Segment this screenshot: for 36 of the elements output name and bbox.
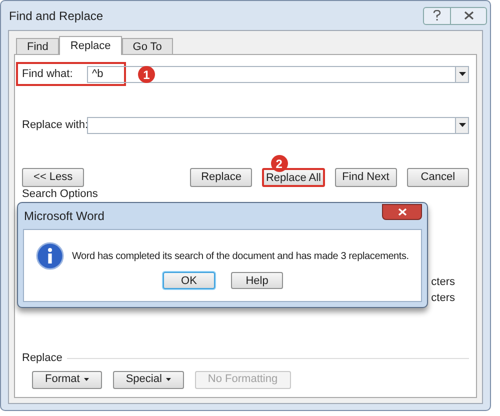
tab[interactable]: Go To [122, 38, 173, 54]
dialog-button: No Formatting [194, 370, 291, 388]
dropdown-icon [458, 123, 466, 127]
help-button[interactable] [423, 6, 451, 24]
caret-icon [84, 378, 89, 381]
close-button[interactable] [451, 6, 487, 24]
option-label: cters [431, 292, 455, 304]
caret-icon [166, 378, 171, 381]
dialog-button[interactable]: OK [163, 272, 215, 289]
dialog-button[interactable]: Format [32, 370, 102, 388]
section-label: Search Options [22, 188, 98, 200]
close-icon [398, 208, 406, 216]
dialog-button[interactable]: Find Next [334, 168, 397, 186]
message-text: Word has completed its search of the document and has made 3 replacements. [72, 250, 409, 264]
close-button[interactable] [382, 204, 422, 220]
dialog-button[interactable]: Replace [190, 168, 252, 186]
dialog-button[interactable]: Replace All [262, 168, 325, 186]
help-icon [433, 10, 441, 21]
dropdown-icon [458, 72, 466, 76]
combo-field[interactable] [87, 116, 469, 134]
close-icon [464, 11, 474, 20]
dialog-button[interactable]: << Less [22, 168, 84, 186]
field-label: Replace with: [22, 118, 87, 133]
window-title: Find and Replace [9, 8, 104, 24]
dialog-button[interactable]: Special [112, 370, 184, 388]
tab[interactable]: Replace [59, 36, 122, 55]
dialog-button[interactable]: Cancel [406, 168, 469, 186]
section-label: Replace [22, 351, 62, 366]
callout-badge: 1 [138, 66, 155, 83]
callout-badge: 2 [270, 155, 288, 172]
option-label: cters [431, 276, 455, 288]
tab[interactable]: Find [16, 38, 60, 54]
message-box-title: Microsoft Word [23, 208, 106, 225]
info-icon [36, 242, 64, 270]
dialog-button[interactable]: Help [231, 272, 283, 289]
field-label: Find what: [22, 66, 74, 82]
